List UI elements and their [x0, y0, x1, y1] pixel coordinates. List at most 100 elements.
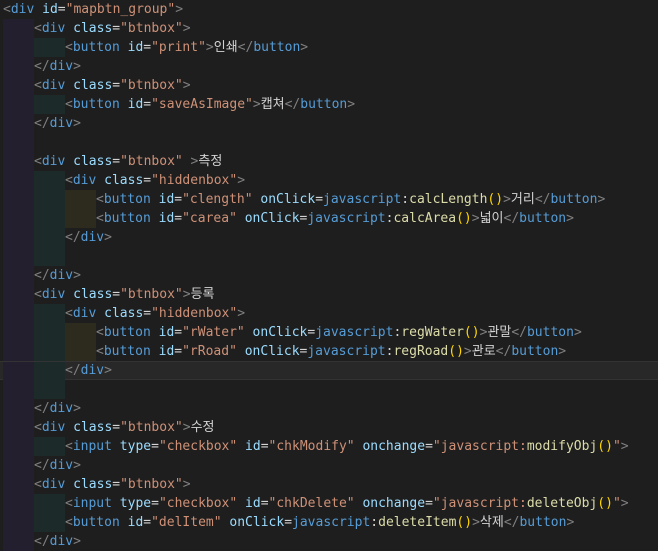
indent-guide	[34, 342, 65, 361]
code-line[interactable]: <div id="mapbtn_group">	[0, 0, 658, 19]
code-editor[interactable]: <div id="mapbtn_group"> <div class="btnbo…	[0, 0, 658, 551]
code-text: <button id="saveAsImage">캡쳐</button>	[65, 95, 355, 114]
code-token: </	[34, 59, 50, 74]
code-token: =	[143, 40, 152, 55]
indent-guide	[65, 342, 96, 361]
indent-guide	[34, 247, 65, 266]
code-token: ()	[463, 325, 480, 340]
code-line[interactable]: </div>	[0, 456, 658, 475]
code-token: class	[65, 78, 113, 93]
code-token: regWater	[401, 325, 464, 340]
code-line[interactable]: </div>	[0, 532, 658, 551]
code-token: button	[550, 192, 598, 207]
code-line[interactable]: </div>	[0, 399, 658, 418]
code-line[interactable]	[0, 247, 658, 266]
code-line[interactable]: <input type="checkbox" id="chkModify" on…	[0, 437, 658, 456]
code-token: modifyObj	[526, 439, 598, 454]
code-token: deleteObj	[526, 496, 598, 511]
code-token: >	[237, 173, 246, 188]
indent-guide	[34, 304, 65, 323]
code-token: ()	[456, 515, 473, 530]
indent-guide	[3, 57, 34, 76]
code-token: 등록	[190, 287, 215, 302]
code-token: <	[96, 211, 104, 226]
code-token: =	[425, 496, 433, 511]
code-token: button	[72, 515, 120, 530]
indent-guide	[3, 304, 34, 323]
code-text: <button id="rRoad" onClick=javascript:re…	[96, 342, 566, 361]
code-token: :	[370, 515, 379, 530]
code-line[interactable]: <div class="hiddenbox">	[0, 171, 658, 190]
code-text: <div class="btnbox">	[34, 475, 191, 494]
code-line[interactable]: <div class="btnbox">	[0, 19, 658, 38]
indent-guide	[3, 19, 34, 38]
code-line[interactable]: <div class="btnbox" >측정	[0, 152, 658, 171]
indent-guide	[34, 513, 65, 532]
code-token: javascript	[292, 515, 371, 530]
code-token: "btnbox"	[120, 78, 183, 93]
code-token: id	[119, 515, 144, 530]
code-token: =	[151, 496, 159, 511]
code-line[interactable]: <button id="saveAsImage">캡쳐</button>	[0, 95, 658, 114]
code-line[interactable]: <div class="btnbox">	[0, 475, 658, 494]
code-token: </	[284, 97, 301, 112]
code-token: input	[72, 496, 112, 511]
code-line[interactable]: </div>	[0, 114, 658, 133]
code-line[interactable]: <button id="delItem" onClick=javascript:…	[0, 513, 658, 532]
code-token: id	[237, 439, 261, 454]
code-line[interactable]: </div>	[0, 361, 658, 381]
code-token: "rRoad"	[182, 344, 237, 359]
code-token: "carea"	[182, 211, 237, 226]
code-line[interactable]	[0, 133, 658, 152]
code-line[interactable]: <button id="print">인쇄</button>	[0, 38, 658, 57]
code-line[interactable]: </div>	[0, 228, 658, 247]
code-token: =	[174, 344, 183, 359]
code-token: =	[260, 439, 269, 454]
code-token: onchange	[354, 439, 426, 454]
code-token: >	[300, 40, 309, 55]
code-line[interactable]: <button id="clength" onClick=javascript:…	[0, 190, 658, 209]
code-line[interactable]: <div class="hiddenbox">	[0, 304, 658, 323]
code-line[interactable]: <div class="btnbox">수정	[0, 418, 658, 437]
code-token: <	[34, 477, 42, 492]
code-line[interactable]: </div>	[0, 266, 658, 285]
code-token: >	[73, 268, 81, 283]
code-token: <	[34, 420, 42, 435]
code-token: div	[80, 230, 105, 245]
code-line[interactable]	[0, 380, 658, 399]
code-token: </	[34, 401, 50, 416]
code-token: id	[150, 325, 175, 340]
code-token: >	[73, 401, 81, 416]
code-token: class	[65, 420, 113, 435]
code-line[interactable]: </div>	[0, 57, 658, 76]
code-token: >	[472, 515, 480, 530]
code-token: "clength"	[182, 192, 253, 207]
code-token: "javascript:	[432, 496, 527, 511]
code-token: div	[41, 420, 66, 435]
code-token: div	[72, 173, 97, 188]
code-token: class	[65, 21, 113, 36]
code-token: id	[150, 192, 175, 207]
code-line[interactable]: <div class="btnbox">	[0, 76, 658, 95]
code-token: button	[103, 211, 151, 226]
code-token: =	[112, 477, 121, 492]
indent-guide	[3, 323, 34, 342]
code-token: id	[237, 496, 261, 511]
indent-guide	[34, 171, 65, 190]
code-text: </div>	[34, 399, 81, 418]
code-token: </	[34, 458, 50, 473]
indent-guide	[3, 380, 34, 399]
code-token: div	[41, 78, 66, 93]
code-token: <	[65, 173, 73, 188]
code-token: =	[174, 325, 183, 340]
code-line[interactable]: <button id="carea" onClick=javascript:ca…	[0, 209, 658, 228]
code-line[interactable]: <input type="checkbox" id="chkDelete" on…	[0, 494, 658, 513]
code-line[interactable]: <button id="rWater" onClick=javascript:r…	[0, 323, 658, 342]
code-token: ()	[448, 344, 464, 359]
code-line[interactable]: <div class="btnbox">등록	[0, 285, 658, 304]
code-token: =	[425, 439, 433, 454]
code-line[interactable]: <button id="rRoad" onClick=javascript:re…	[0, 342, 658, 361]
code-text: <button id="clength" onClick=javascript:…	[96, 190, 605, 209]
code-token: >	[104, 363, 112, 378]
code-token: =	[112, 21, 121, 36]
